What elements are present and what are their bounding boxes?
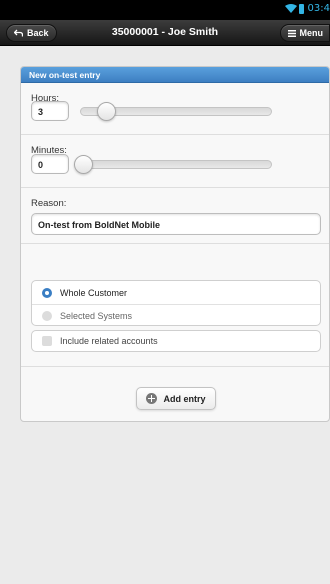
radio-label: Whole Customer — [60, 287, 128, 298]
hours-slider-handle[interactable] — [97, 102, 116, 121]
checkbox-icon — [42, 336, 52, 346]
wifi-icon — [284, 3, 297, 13]
hours-section: Hours: 3 — [21, 83, 329, 135]
minutes-input[interactable]: 0 — [31, 154, 69, 174]
hours-input[interactable]: 3 — [31, 101, 69, 121]
page-title: 35000001 - Joe Smith — [111, 26, 219, 38]
divider — [21, 366, 329, 367]
header-bar: Back 35000001 - Joe Smith Menu — [0, 20, 330, 46]
checkbox-label: Include related accounts — [60, 336, 158, 346]
status-icons: 03:4 — [284, 3, 330, 14]
minutes-label: Minutes: — [31, 145, 67, 156]
battery-icon — [298, 3, 304, 14]
minutes-section: Minutes: 0 — [21, 135, 329, 188]
hours-label: Hours: — [31, 93, 59, 104]
grid-icon — [287, 29, 296, 37]
radio-selected-icon — [42, 287, 52, 298]
add-entry-button[interactable]: Add entry — [136, 387, 216, 410]
on-test-entry-card: New on-test entry Hours: 3 Minutes: 0 Re… — [20, 66, 330, 422]
scope-radio-group: Whole Customer Selected Systems — [31, 280, 321, 326]
add-entry-label: Add entry — [163, 393, 206, 404]
minutes-slider-handle[interactable] — [74, 155, 93, 174]
card-title: New on-test entry — [21, 67, 329, 83]
status-bar: 03:4 — [0, 0, 330, 20]
back-label: Back — [27, 28, 49, 38]
radio-selected-systems[interactable]: Selected Systems — [32, 304, 320, 325]
include-related-checkbox[interactable]: Include related accounts — [31, 330, 321, 352]
reason-input[interactable]: On-test from BoldNet Mobile — [31, 213, 321, 235]
clock: 03:4 — [307, 3, 330, 14]
radio-whole-customer[interactable]: Whole Customer — [32, 281, 320, 304]
reason-section: Reason: On-test from BoldNet Mobile — [21, 188, 329, 244]
menu-button[interactable]: Menu — [279, 24, 330, 42]
reason-label: Reason: — [31, 198, 67, 209]
back-button[interactable]: Back — [6, 24, 57, 42]
menu-label: Menu — [299, 28, 324, 38]
minutes-slider-track[interactable] — [80, 160, 272, 169]
radio-unselected-icon — [42, 311, 52, 321]
radio-label: Selected Systems — [60, 311, 133, 321]
back-arrow-icon — [14, 29, 23, 37]
plus-icon — [146, 393, 158, 404]
